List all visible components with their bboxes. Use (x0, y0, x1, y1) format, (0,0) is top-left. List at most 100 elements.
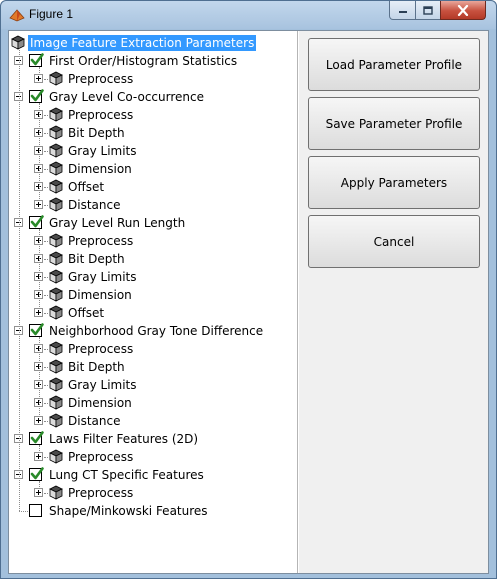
checkmark-icon (30, 323, 44, 336)
tree-child-node[interactable]: Dimension (9, 160, 297, 178)
tree-child-node[interactable]: Distance (9, 196, 297, 214)
group-checkbox[interactable] (29, 323, 44, 337)
group-checkbox[interactable] (29, 53, 44, 67)
tree-guide-horizontal (19, 511, 28, 512)
tree-group-label: Laws Filter Features (2D) (49, 432, 199, 446)
window-title: Figure 1 (29, 7, 74, 21)
checkmark-icon (30, 215, 44, 228)
cube-icon (49, 161, 63, 176)
group-checkbox[interactable] (29, 504, 42, 517)
tree-child-label: Preprocess (68, 486, 134, 500)
tree-child-node[interactable]: Gray Limits (9, 268, 297, 286)
tree-group-node[interactable]: Laws Filter Features (2D) (9, 430, 297, 448)
matlab-icon (9, 9, 25, 22)
tree-guide-horizontal (44, 403, 48, 404)
group-checkbox[interactable] (29, 467, 44, 481)
tree-group-node[interactable]: Shape/Minkowski Features (9, 502, 297, 520)
tree-group-node[interactable]: Gray Level Run Length (9, 214, 297, 232)
tree-child-node[interactable]: Bit Depth (9, 358, 297, 376)
expand-toggle-icon[interactable] (34, 200, 43, 209)
tree-guide-horizontal (44, 277, 48, 278)
checkmark-icon (30, 467, 44, 480)
tree-child-label: Distance (68, 198, 121, 212)
tree-group-node[interactable]: Gray Level Co-occurrence (9, 88, 297, 106)
tree-child-label: Distance (68, 414, 121, 428)
tree-child-node[interactable]: Offset (9, 304, 297, 322)
expand-toggle-icon[interactable] (34, 74, 43, 83)
cube-icon (49, 269, 63, 284)
group-checkbox[interactable] (29, 215, 44, 229)
tree-child-label: Offset (68, 180, 105, 194)
figure-client-area: Image Feature Extraction Parameters First… (8, 30, 489, 574)
apply-parameters-button[interactable]: Apply Parameters (308, 156, 480, 209)
tree-guide-horizontal (44, 313, 48, 314)
minimize-icon (398, 11, 407, 13)
minimize-button[interactable] (389, 1, 416, 20)
tree-guide-horizontal (44, 79, 48, 80)
tree-root-node[interactable]: Image Feature Extraction Parameters (9, 34, 297, 52)
tree-group-label: Shape/Minkowski Features (49, 504, 208, 518)
close-button[interactable] (440, 1, 486, 20)
tree-child-node[interactable]: Distance (9, 412, 297, 430)
title-bar[interactable]: Figure 1 (1, 1, 496, 29)
tree-child-node[interactable]: Preprocess (9, 484, 297, 502)
tree-child-label: Bit Depth (68, 360, 125, 374)
cube-icon (49, 233, 63, 248)
save-parameter-profile-button[interactable]: Save Parameter Profile (308, 97, 480, 150)
tree-child-node[interactable]: Preprocess (9, 70, 297, 88)
tree-group-node[interactable]: Lung CT Specific Features (9, 466, 297, 484)
parameter-tree[interactable]: Image Feature Extraction Parameters First… (9, 31, 298, 573)
tree-guide-horizontal (44, 169, 48, 170)
cancel-button[interactable]: Cancel (308, 215, 480, 268)
figure-window: Figure 1 Image Feature Extraction Parame… (0, 0, 497, 579)
tree-child-node[interactable]: Dimension (9, 394, 297, 412)
tree-child-node[interactable]: Preprocess (9, 232, 297, 250)
button-panel: Load Parameter Profile Save Parameter Pr… (299, 31, 488, 573)
cube-icon (49, 287, 63, 302)
tree-child-label: Gray Limits (68, 270, 137, 284)
cube-icon (49, 485, 63, 500)
tree-child-node[interactable]: Preprocess (9, 340, 297, 358)
expand-toggle-icon[interactable] (34, 452, 43, 461)
tree-guide-horizontal (44, 493, 48, 494)
tree-child-node[interactable]: Bit Depth (9, 124, 297, 142)
tree-child-node[interactable]: Preprocess (9, 448, 297, 466)
tree-guide-vertical (39, 67, 40, 75)
expand-toggle-icon[interactable] (34, 488, 43, 497)
tree-child-node[interactable]: Preprocess (9, 106, 297, 124)
maximize-button[interactable] (415, 1, 441, 20)
tree-group-node[interactable]: Neighborhood Gray Tone Difference (9, 322, 297, 340)
expand-toggle-icon[interactable] (34, 308, 43, 317)
tree-child-node[interactable]: Gray Limits (9, 142, 297, 160)
tree-guide-horizontal (44, 385, 48, 386)
tree-child-label: Preprocess (68, 72, 134, 86)
cube-icon (49, 125, 63, 140)
cube-icon (49, 179, 63, 194)
tree-guide-horizontal (44, 295, 48, 296)
tree-child-node[interactable]: Gray Limits (9, 376, 297, 394)
tree-child-node[interactable]: Dimension (9, 286, 297, 304)
tree-guide-vertical (39, 481, 40, 489)
cube-icon (49, 413, 63, 428)
tree-child-label: Preprocess (68, 108, 134, 122)
load-parameter-profile-button[interactable]: Load Parameter Profile (308, 38, 480, 91)
tree-group-label: First Order/Histogram Statistics (49, 54, 238, 68)
tree-group-node[interactable]: First Order/Histogram Statistics (9, 52, 297, 70)
tree-guide-horizontal (44, 259, 48, 260)
group-checkbox[interactable] (29, 431, 44, 445)
group-checkbox[interactable] (29, 89, 44, 103)
tree-guide-horizontal (44, 457, 48, 458)
tree-child-label: Dimension (68, 162, 132, 176)
tree-child-label: Preprocess (68, 450, 134, 464)
tree-guide-horizontal (44, 133, 48, 134)
cube-icon (49, 449, 63, 464)
tree-child-node[interactable]: Bit Depth (9, 250, 297, 268)
tree-guide-vertical (19, 50, 20, 511)
tree-child-label: Bit Depth (68, 252, 125, 266)
cube-icon (49, 107, 63, 122)
expand-toggle-icon[interactable] (34, 416, 43, 425)
cube-icon (49, 377, 63, 392)
tree-child-node[interactable]: Offset (9, 178, 297, 196)
tree-child-label: Preprocess (68, 234, 134, 248)
maximize-icon (423, 5, 433, 15)
